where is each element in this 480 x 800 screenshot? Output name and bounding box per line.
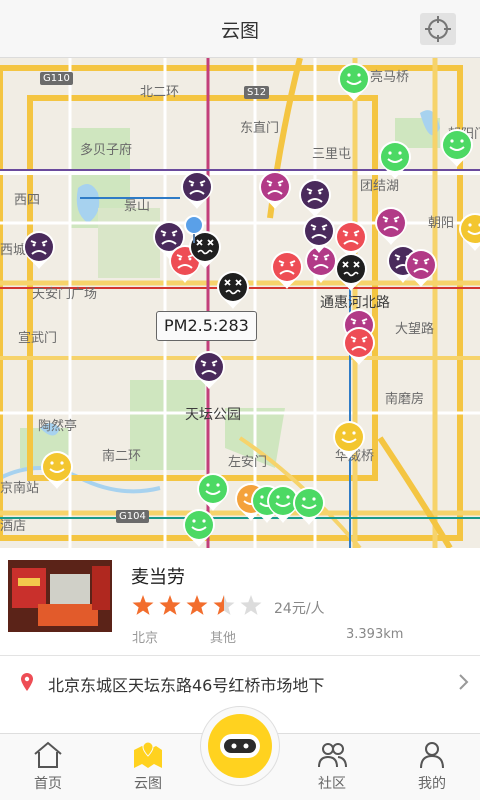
page-title: 云图: [220, 20, 259, 42]
air-quality-marker[interactable]: [342, 326, 376, 366]
map-label: 北二环: [140, 85, 180, 100]
home-icon: [34, 741, 62, 768]
tab-profile[interactable]: 我的: [384, 734, 480, 800]
robot-face-icon: [220, 734, 260, 758]
profile-icon: [420, 742, 444, 769]
tab-label: 社区: [318, 776, 346, 792]
air-quality-marker[interactable]: [40, 450, 74, 490]
air-quality-marker[interactable]: [270, 250, 304, 290]
rating-star: [213, 595, 235, 615]
poi-thumbnail: [8, 560, 112, 632]
crosshair-icon: [425, 16, 451, 42]
map-label: 南二环: [102, 449, 142, 464]
poi-price: 24元/人: [274, 601, 325, 617]
tab-label: 我的: [418, 776, 446, 792]
app-root: 云图 亮马桥 朝阳 北二环 东直门 多贝子府 三里屯 西四 景山 团结湖 西城区…: [0, 0, 480, 800]
air-quality-marker[interactable]: [332, 420, 366, 460]
road-shield: G104: [116, 510, 149, 523]
road-shield: G110: [40, 72, 73, 85]
rating-star: [159, 595, 181, 615]
location-pin-icon: [21, 673, 33, 691]
rating-star: [186, 595, 208, 615]
map-label: 天安门广场: [32, 287, 98, 302]
poi-card[interactable]: 麦当劳 24元/人 北京 其他 3.393km: [0, 548, 480, 656]
air-quality-marker[interactable]: [196, 472, 230, 512]
community-icon: [318, 743, 347, 768]
address-text: 北京东城区天坛东路46号红桥市场地下: [48, 676, 325, 695]
tab-home[interactable]: 首页: [0, 734, 96, 800]
map-label: 酒店: [0, 519, 27, 534]
air-quality-marker[interactable]: [302, 214, 336, 254]
air-quality-marker[interactable]: [440, 128, 474, 168]
map-label: 东直门: [240, 121, 280, 136]
map-icon: [134, 741, 162, 768]
pm25-tooltip: PM2.5:283: [156, 311, 257, 341]
map-label: 朝阳: [428, 216, 455, 231]
rating-stars: [132, 595, 262, 615]
address-row[interactable]: 北京东城区天坛东路46号红桥市场地下: [0, 657, 480, 709]
locate-button[interactable]: [420, 13, 456, 45]
air-quality-marker[interactable]: [192, 350, 226, 390]
air-quality-marker[interactable]: [334, 252, 368, 292]
rating-star: [240, 595, 262, 615]
map-label: 多贝子府: [80, 143, 133, 158]
map-label: 陶然亭: [38, 419, 78, 434]
poi-distance: 3.393km: [346, 627, 404, 642]
map-label: 左安门: [228, 455, 268, 470]
air-quality-marker[interactable]: [404, 248, 438, 288]
center-action-button[interactable]: [200, 706, 280, 786]
top-bar: 云图: [0, 0, 480, 58]
map-view[interactable]: 亮马桥 朝阳门 朝阳 北二环 东直门 多贝子府 三里屯 西四 景山 团结湖 西城…: [0, 58, 480, 548]
tab-map[interactable]: 云图: [100, 734, 196, 800]
poi-name: 麦当劳: [131, 567, 185, 588]
air-quality-marker[interactable]: [458, 212, 480, 252]
map-label: 宣武门: [18, 331, 58, 346]
map-label: 京南站: [0, 481, 40, 496]
poi-city: 北京: [132, 631, 159, 646]
air-quality-marker[interactable]: [180, 170, 214, 210]
tab-label: 首页: [34, 776, 62, 792]
map-label: 亮马桥: [370, 70, 410, 85]
air-quality-marker[interactable]: [298, 178, 332, 218]
air-quality-marker[interactable]: [374, 206, 408, 246]
poi-category: 其他: [210, 631, 237, 646]
road-shield: S12: [244, 86, 270, 99]
air-quality-marker[interactable]: [216, 270, 250, 310]
air-quality-marker[interactable]: [22, 230, 56, 270]
chevron-right-icon: [459, 674, 469, 690]
air-quality-marker[interactable]: [258, 170, 292, 210]
user-location-marker: [184, 215, 204, 243]
map-label: 天坛公园: [185, 407, 241, 423]
map-label: 西四: [14, 193, 41, 208]
air-quality-marker[interactable]: [292, 486, 326, 526]
air-quality-marker[interactable]: [378, 140, 412, 180]
tab-community[interactable]: 社区: [284, 734, 380, 800]
map-label: 景山: [124, 199, 151, 214]
map-label: 三里屯: [312, 147, 352, 162]
rating-star: [132, 595, 154, 615]
map-label: 团结湖: [360, 179, 400, 194]
map-label: 南磨房: [385, 392, 425, 407]
air-quality-marker[interactable]: [337, 62, 371, 102]
map-label: 大望路: [395, 322, 435, 337]
tab-label: 云图: [134, 776, 162, 792]
air-quality-marker[interactable]: [182, 508, 216, 548]
